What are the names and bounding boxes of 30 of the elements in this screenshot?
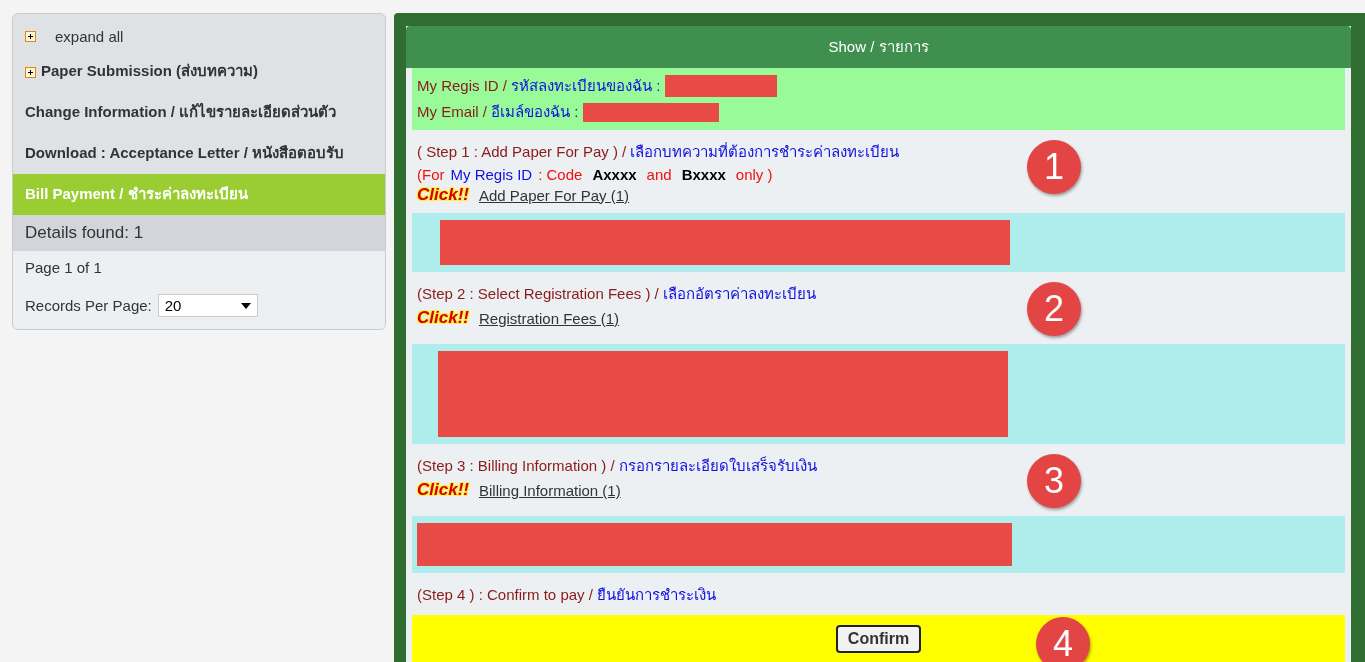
step-link[interactable]: Registration Fees (1) xyxy=(478,309,620,327)
step-number-badge: 3 xyxy=(1027,454,1081,508)
step-link[interactable]: Billing Information (1) xyxy=(478,481,621,499)
menu-item[interactable]: Change Information / แก้ไขรายละเอียดส่วนตัว xyxy=(13,92,385,133)
info-label: My Email / อีเมล์ของฉัน : xyxy=(417,102,579,122)
expand-icon[interactable] xyxy=(25,66,36,78)
info-label: My Regis ID / รหัสลงทะเบียนของฉัน : xyxy=(417,76,661,96)
step-number-badge: 1 xyxy=(1027,140,1081,194)
records-select[interactable]: 20 xyxy=(157,294,258,317)
caret-icon xyxy=(240,302,251,309)
confirm-button[interactable]: Confirm xyxy=(835,625,922,653)
page-info: Page 1 of 1 xyxy=(25,259,103,276)
records-label: Records Per Page: xyxy=(25,297,152,314)
step-title: ( Step 1 : Add Paper For Pay ) / เลือกบทความที่ต้องการชำระค่าลงทะเบียน xyxy=(417,141,900,162)
expand-all-link[interactable]: expand all xyxy=(55,28,124,45)
step-note: (For My Regis ID : Code Axxxx and Bxxxx only ) xyxy=(417,166,774,183)
click-label: Click!! xyxy=(417,308,469,328)
step-number-badge: 2 xyxy=(1027,282,1081,336)
details-count: Details found: 1 xyxy=(13,215,385,251)
click-label: Click!! xyxy=(417,480,469,500)
step-link[interactable]: Add Paper For Pay (1) xyxy=(478,186,630,204)
menu-item[interactable]: Paper Submission (ส่งบทความ) xyxy=(13,51,385,92)
step-title: (Step 2 : Select Registration Fees ) / เลือกอัตราค่าลงทะเบียน xyxy=(417,284,816,304)
menu-item[interactable]: Download : Acceptance Letter / หนังสือตอบรับ xyxy=(13,133,385,174)
step-title: (Step 3 : Billing Information ) / กรอกรายละเอียดใบเสร็จรับเงิน xyxy=(417,455,817,476)
step-title: (Step 4 ) : Confirm to pay / ยืนยันการชำระเงิน xyxy=(417,585,718,605)
click-label: Click!! xyxy=(417,185,469,205)
expand-icon[interactable] xyxy=(25,31,36,42)
panel-header: Show / รายการ xyxy=(406,26,1351,68)
step-number-badge: 4 xyxy=(1036,617,1090,662)
